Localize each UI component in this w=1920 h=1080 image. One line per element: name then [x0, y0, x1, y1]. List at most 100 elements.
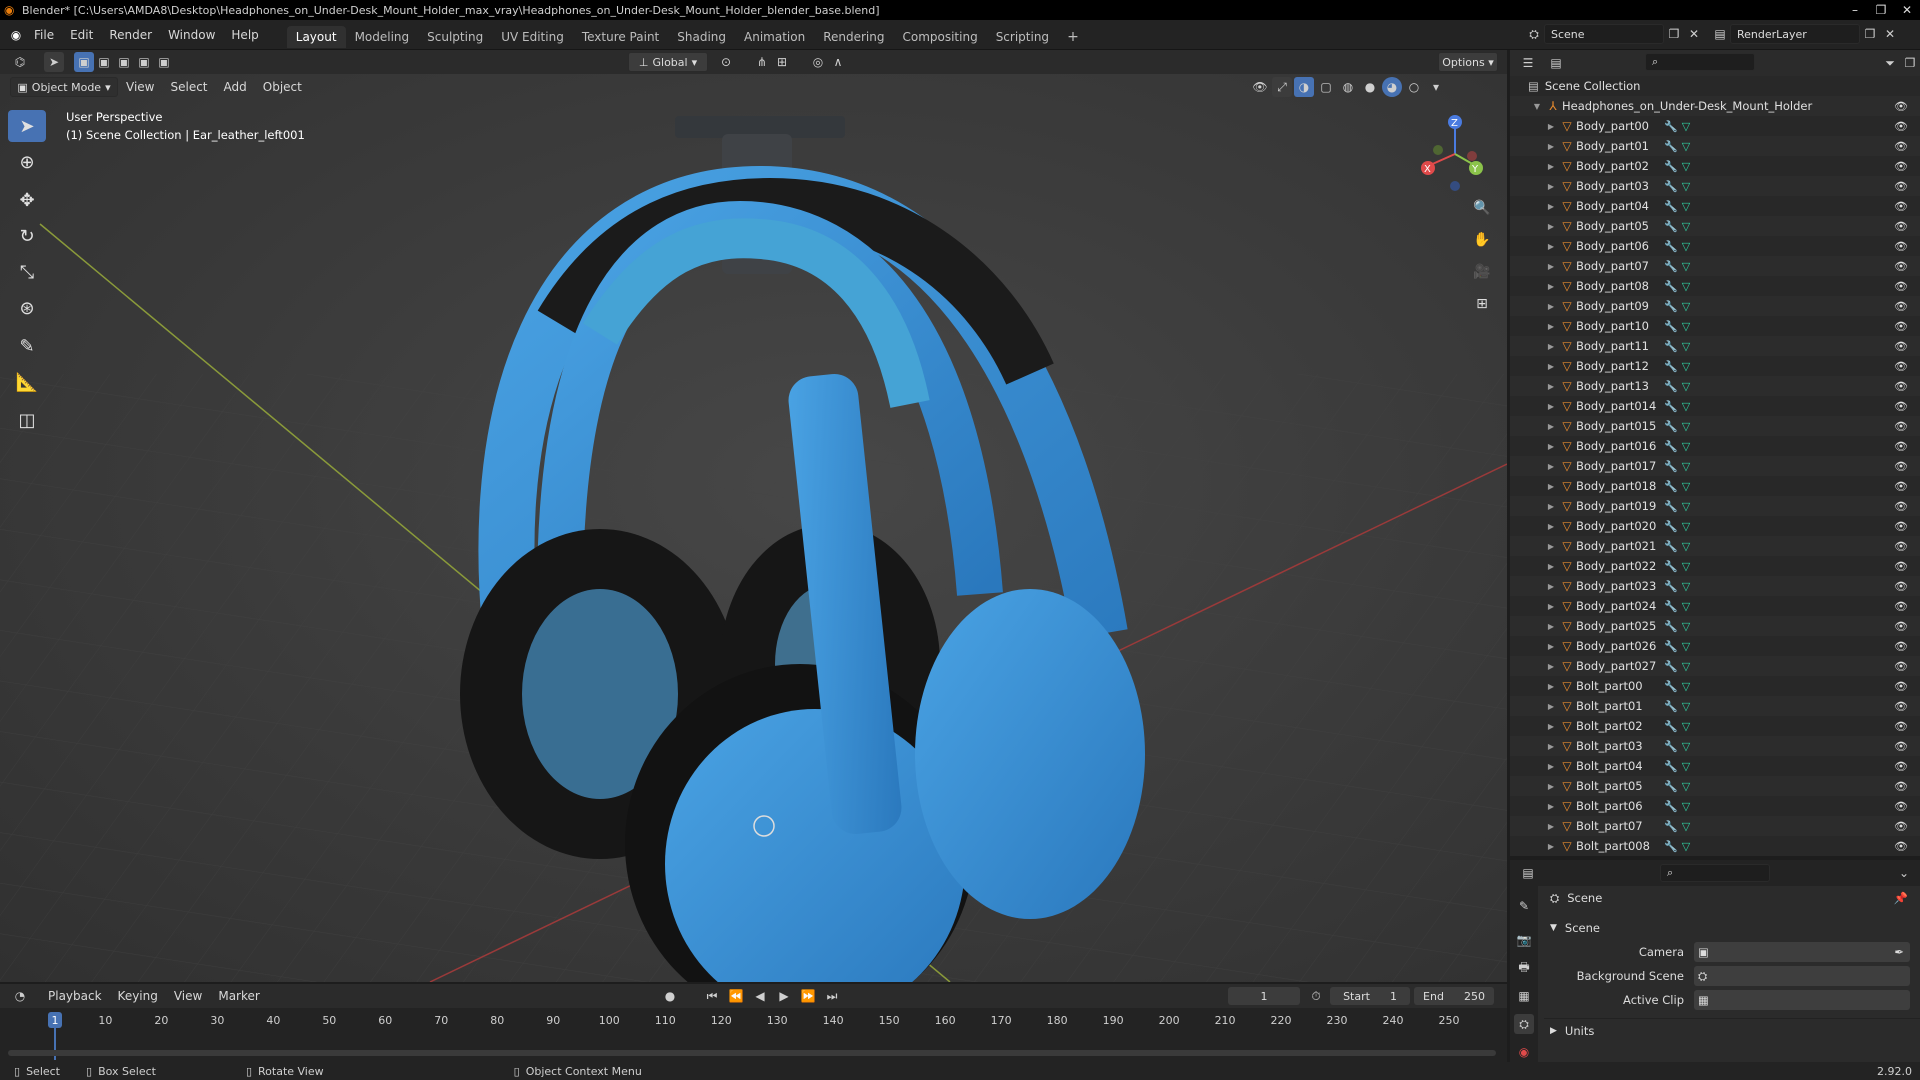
proportional-edit-icon[interactable]: ◎: [808, 52, 828, 72]
eye-icon[interactable]: 👁: [1894, 160, 1908, 173]
expand-icon[interactable]: ▶: [1544, 482, 1558, 491]
eye-icon[interactable]: 👁: [1894, 720, 1908, 733]
tab-modeling[interactable]: Modeling: [346, 26, 419, 48]
scale-tool-icon[interactable]: ⤡: [8, 256, 46, 288]
mesh-data-icon[interactable]: ▽: [1682, 180, 1690, 193]
modifier-icon[interactable]: 🔧: [1664, 140, 1678, 153]
expand-icon[interactable]: ▶: [1544, 802, 1558, 811]
view-layer-selector[interactable]: RenderLayer: [1730, 24, 1860, 44]
expand-icon[interactable]: ▶: [1544, 262, 1558, 271]
mode-invert-icon[interactable]: ▣: [134, 52, 154, 72]
outliner-item[interactable]: ▶ ▽ Bolt_part04 🔧 ▽ 👁: [1510, 756, 1920, 776]
outliner-item[interactable]: ▶ ▽ Body_part026 🔧 ▽ 👁: [1510, 636, 1920, 656]
mesh-data-icon[interactable]: ▽: [1682, 120, 1690, 133]
eye-icon[interactable]: 👁: [1894, 420, 1908, 433]
eye-icon[interactable]: 👁: [1894, 400, 1908, 413]
outliner-item[interactable]: ▶ ▽ Body_part05 🔧 ▽ 👁: [1510, 216, 1920, 236]
outliner-item[interactable]: ▶ ▽ Body_part021 🔧 ▽ 👁: [1510, 536, 1920, 556]
eye-icon[interactable]: 👁: [1894, 640, 1908, 653]
tool-tab-icon[interactable]: ✎: [1514, 896, 1534, 916]
modifier-icon[interactable]: 🔧: [1664, 740, 1678, 753]
modifier-icon[interactable]: 🔧: [1664, 200, 1678, 213]
object-mode-dropdown[interactable]: ▣ Object Mode ▾: [10, 77, 118, 97]
mesh-data-icon[interactable]: ▽: [1682, 720, 1690, 733]
grid-view-icon[interactable]: ⊞: [1468, 290, 1496, 318]
delete-scene-icon[interactable]: ✕: [1684, 24, 1704, 44]
expand-icon[interactable]: ▶: [1544, 762, 1558, 771]
mesh-data-icon[interactable]: ▽: [1682, 140, 1690, 153]
rotate-tool-icon[interactable]: ↻: [8, 220, 46, 252]
eye-icon[interactable]: 👁: [1894, 600, 1908, 613]
mesh-data-icon[interactable]: ▽: [1682, 300, 1690, 313]
outliner-item[interactable]: ▶ ▽ Body_part023 🔧 ▽ 👁: [1510, 576, 1920, 596]
mesh-data-icon[interactable]: ▽: [1682, 340, 1690, 353]
gizmo-icon[interactable]: ⤢: [1272, 77, 1292, 97]
snap-icon[interactable]: ⋔: [752, 52, 772, 72]
outliner-item[interactable]: ▶ ▽ Body_part04 🔧 ▽ 👁: [1510, 196, 1920, 216]
blender-menu-icon[interactable]: ◉: [6, 25, 26, 45]
mode-subtract-icon[interactable]: ▣: [114, 52, 134, 72]
overlay-icon[interactable]: ◑: [1294, 77, 1314, 97]
viewport-menu-view[interactable]: View: [118, 74, 162, 100]
eye-icon[interactable]: 👁: [1894, 560, 1908, 573]
pin-icon[interactable]: 📌: [1894, 891, 1908, 905]
expand-icon[interactable]: ▶: [1544, 602, 1558, 611]
modifier-icon[interactable]: 🔧: [1664, 320, 1678, 333]
camera-field[interactable]: ▣ ✒: [1694, 942, 1910, 962]
expand-icon[interactable]: ▶: [1544, 182, 1558, 191]
pan-hand-icon[interactable]: ✋: [1468, 226, 1496, 254]
expand-icon[interactable]: ▶: [1544, 242, 1558, 251]
expand-icon[interactable]: ▶: [1544, 442, 1558, 451]
tab-shading[interactable]: Shading: [668, 26, 735, 48]
modifier-icon[interactable]: 🔧: [1664, 640, 1678, 653]
expand-icon[interactable]: ▶: [1544, 702, 1558, 711]
view-layer-icon[interactable]: ▤: [1710, 24, 1730, 44]
falloff-icon[interactable]: ∧: [828, 52, 848, 72]
expand-icon[interactable]: ▶: [1544, 502, 1558, 511]
expand-icon[interactable]: ▶: [1544, 522, 1558, 531]
menu-help[interactable]: Help: [223, 20, 266, 50]
add-cube-tool-icon[interactable]: ◫: [8, 404, 46, 436]
eye-icon[interactable]: 👁: [1894, 540, 1908, 553]
mesh-data-icon[interactable]: ▽: [1682, 460, 1690, 473]
outliner-item[interactable]: ▶ ▽ Bolt_part07 🔧 ▽ 👁: [1510, 816, 1920, 836]
options-button[interactable]: Options ▾: [1438, 52, 1498, 72]
expand-icon[interactable]: ▶: [1544, 222, 1558, 231]
eye-icon[interactable]: 👁: [1894, 240, 1908, 253]
expand-icon[interactable]: ▶: [1544, 782, 1558, 791]
expand-icon[interactable]: ▶: [1544, 142, 1558, 151]
mesh-data-icon[interactable]: ▽: [1682, 280, 1690, 293]
camera-view-icon[interactable]: 🎥: [1468, 258, 1496, 286]
menu-file[interactable]: File: [26, 20, 62, 50]
expand-icon[interactable]: ▶: [1544, 282, 1558, 291]
eye-icon[interactable]: 👁: [1894, 580, 1908, 593]
scene-collection-row[interactable]: ▤ Scene Collection: [1510, 76, 1920, 96]
modifier-icon[interactable]: 🔧: [1664, 280, 1678, 293]
modifier-icon[interactable]: 🔧: [1664, 540, 1678, 553]
eye-icon[interactable]: 👁: [1894, 480, 1908, 493]
maximize-icon[interactable]: ❐: [1868, 0, 1894, 20]
menu-edit[interactable]: Edit: [62, 20, 101, 50]
cursor-tool-icon[interactable]: ⊕: [8, 146, 46, 178]
expand-icon[interactable]: ▶: [1544, 742, 1558, 751]
outliner-item[interactable]: ▶ ▽ Body_part022 🔧 ▽ 👁: [1510, 556, 1920, 576]
expand-icon[interactable]: ▶: [1544, 122, 1558, 131]
outliner-item[interactable]: ▶ ▽ Body_part025 🔧 ▽ 👁: [1510, 616, 1920, 636]
modifier-icon[interactable]: 🔧: [1664, 380, 1678, 393]
mesh-data-icon[interactable]: ▽: [1682, 360, 1690, 373]
mesh-data-icon[interactable]: ▽: [1682, 680, 1690, 693]
modifier-icon[interactable]: 🔧: [1664, 260, 1678, 273]
tab-texture-paint[interactable]: Texture Paint: [573, 26, 668, 48]
mesh-data-icon[interactable]: ▽: [1682, 760, 1690, 773]
modifier-icon[interactable]: 🔧: [1664, 460, 1678, 473]
outliner-item[interactable]: ▶ ▽ Body_part01 🔧 ▽ 👁: [1510, 136, 1920, 156]
eye-icon[interactable]: 👁: [1894, 700, 1908, 713]
outliner-item[interactable]: ▶ ▽ Body_part014 🔧 ▽ 👁: [1510, 396, 1920, 416]
mesh-data-icon[interactable]: ▽: [1682, 520, 1690, 533]
mode-new-icon[interactable]: ▣: [74, 52, 94, 72]
expand-icon[interactable]: ▶: [1544, 402, 1558, 411]
outliner-item[interactable]: ▶ ▽ Body_part00 🔧 ▽ 👁: [1510, 116, 1920, 136]
eye-icon[interactable]: 👁: [1894, 620, 1908, 633]
expand-icon[interactable]: ▶: [1544, 542, 1558, 551]
eye-icon[interactable]: 👁: [1894, 680, 1908, 693]
